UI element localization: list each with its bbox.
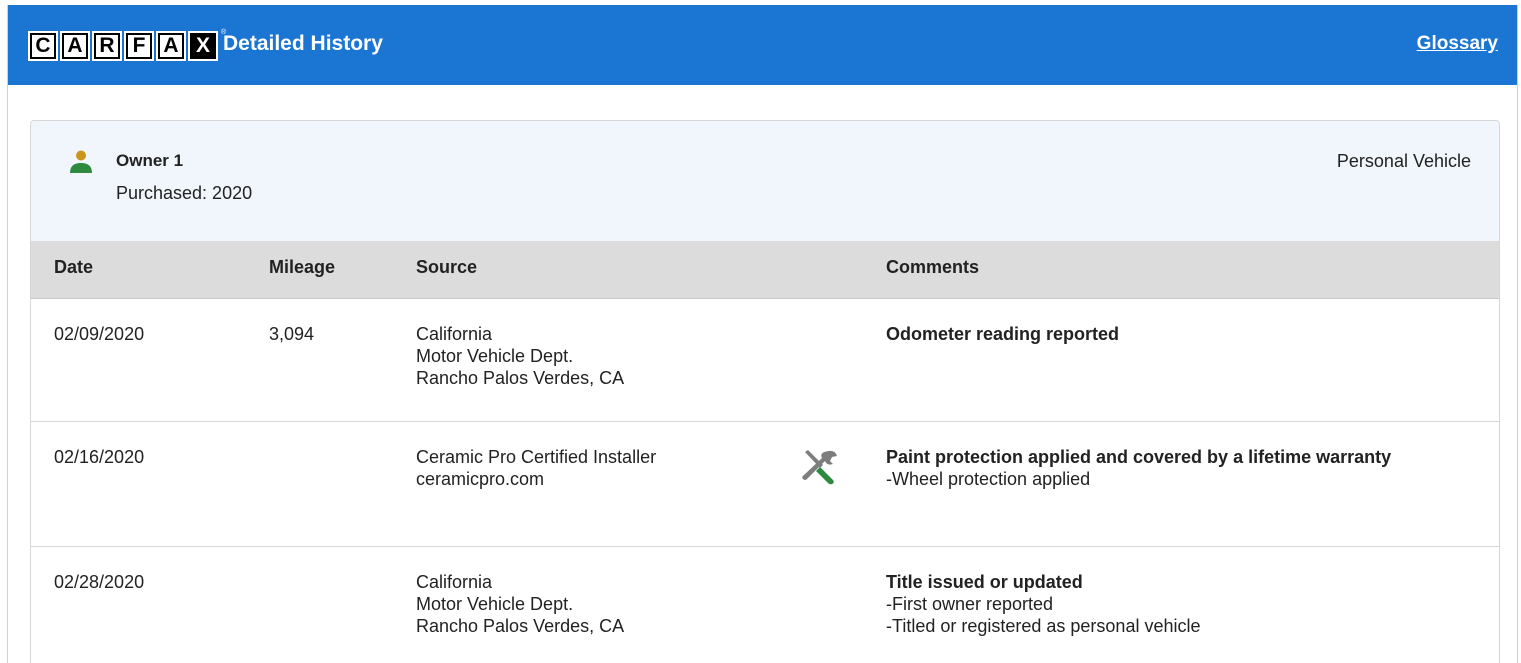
row-comments: Odometer reading reported: [886, 323, 1466, 345]
owner-name: Owner 1: [116, 151, 184, 170]
source-line: Rancho Palos Verdes, CA: [416, 616, 625, 636]
logo-letter: A: [156, 31, 186, 61]
source-line: Motor Vehicle Dept.: [416, 594, 574, 614]
table-header: Date Mileage Source Comments: [31, 241, 1499, 299]
comment-line: -First owner reported: [886, 594, 1054, 614]
source-line: ceramicpro.com: [416, 469, 545, 489]
logo-letter: R: [92, 31, 122, 61]
column-header-source: Source: [416, 257, 478, 277]
column-header-date: Date: [54, 257, 94, 277]
row-date: 02/09/2020: [54, 324, 145, 344]
comment-title: Odometer reading reported: [886, 324, 1120, 344]
comment-line: -Wheel protection applied: [886, 469, 1091, 489]
table-row: 02/28/2020 California Motor Vehicle Dept…: [31, 547, 1499, 663]
owner-purchased: Purchased: 2020: [116, 183, 253, 203]
column-header-comments: Comments: [886, 257, 980, 277]
row-source: California Motor Vehicle Dept. Rancho Pa…: [416, 323, 624, 389]
owner-summary: Owner 1 Purchased: 2020 Personal Vehicle: [31, 121, 1499, 241]
source-line: California: [416, 324, 493, 344]
tools-icon: [802, 450, 837, 485]
source-line: California: [416, 572, 493, 592]
source-line: Rancho Palos Verdes, CA: [416, 368, 625, 388]
table-row: 02/16/2020 Ceramic Pro Certified Install…: [31, 422, 1499, 547]
logo-letter: A: [60, 31, 90, 61]
row-source: Ceramic Pro Certified Installer ceramicp…: [416, 446, 656, 490]
row-date: 02/16/2020: [54, 447, 145, 467]
logo-letter: F: [124, 31, 154, 61]
comment-line: -Titled or registered as personal vehicl…: [886, 616, 1201, 636]
page-title: Detailed History: [223, 32, 383, 55]
owner-history-card: Owner 1 Purchased: 2020 Personal Vehicle…: [30, 120, 1500, 663]
row-comments: Title issued or updated -First owner rep…: [886, 571, 1466, 637]
source-line: Motor Vehicle Dept.: [416, 346, 574, 366]
header-bar: C A R F A X ® Detailed History Glossary: [8, 5, 1517, 85]
person-icon: [70, 150, 92, 173]
glossary-link[interactable]: Glossary: [1417, 33, 1498, 55]
row-source: California Motor Vehicle Dept. Rancho Pa…: [416, 571, 624, 637]
row-comments: Paint protection applied and covered by …: [886, 446, 1466, 490]
carfax-logo: C A R F A X ®: [28, 29, 226, 61]
row-date: 02/28/2020: [54, 572, 145, 592]
table-row: 02/09/2020 3,094 California Motor Vehicl…: [31, 299, 1499, 422]
detailed-history-panel: C A R F A X ® Detailed History Glossary …: [7, 5, 1518, 663]
logo-letter: C: [28, 31, 58, 61]
row-mileage: 3,094: [269, 324, 315, 344]
source-line: Ceramic Pro Certified Installer: [416, 447, 657, 467]
column-header-mileage: Mileage: [269, 257, 336, 277]
comment-title: Paint protection applied and covered by …: [886, 447, 1392, 467]
vehicle-type: Personal Vehicle: [1336, 151, 1471, 171]
logo-letter: X: [188, 31, 218, 61]
comment-title: Title issued or updated: [886, 572, 1083, 592]
